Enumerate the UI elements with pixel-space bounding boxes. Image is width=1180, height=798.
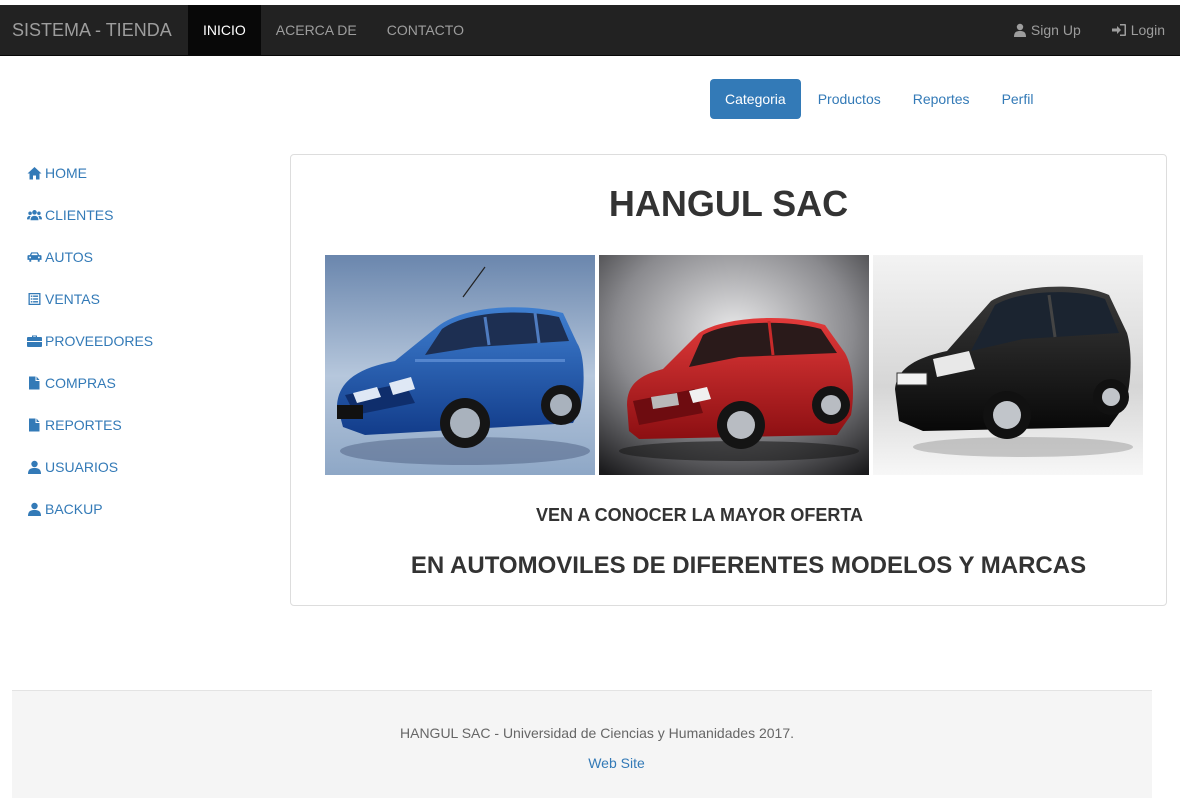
- file-icon: [29, 418, 40, 432]
- sidebar-item-usuarios[interactable]: USUARIOS: [27, 446, 153, 488]
- main-panel: HANGUL SAC VEN A CONOCER LA MAYOR OFERTA…: [290, 154, 1167, 606]
- login-label: Login: [1130, 22, 1165, 38]
- nav-acerca-de[interactable]: ACERCA DE: [261, 5, 372, 55]
- sidebar-item-label: COMPRAS: [45, 375, 116, 391]
- login-link[interactable]: Login: [1096, 5, 1180, 55]
- sidebar-item-label: AUTOS: [45, 249, 93, 265]
- footer: HANGUL SAC - Universidad de Ciencias y H…: [12, 690, 1152, 798]
- pill-productos[interactable]: Productos: [803, 79, 896, 119]
- home-icon: [27, 167, 42, 180]
- sidebar-item-home[interactable]: HOME: [27, 152, 153, 194]
- sidebar-item-reportes[interactable]: REPORTES: [27, 404, 153, 446]
- car-gallery: [325, 255, 1143, 475]
- promo-line-2: EN AUTOMOVILES DE DIFERENTES MODELOS Y M…: [410, 552, 1087, 579]
- sign-up-label: Sign Up: [1030, 22, 1081, 38]
- user-icon: [28, 502, 41, 516]
- pill-categoria[interactable]: Categoria: [710, 79, 801, 119]
- sign-up-link[interactable]: Sign Up: [998, 5, 1096, 55]
- pill-perfil[interactable]: Perfil: [987, 79, 1049, 119]
- footer-website-link[interactable]: Web Site: [12, 755, 1180, 771]
- sidebar-item-backup[interactable]: BACKUP: [27, 488, 153, 530]
- user-icon: [1013, 23, 1026, 37]
- sidebar-item-compras[interactable]: COMPRAS: [27, 362, 153, 404]
- sidebar-item-label: VENTAS: [45, 291, 100, 307]
- nav-contacto[interactable]: CONTACTO: [372, 5, 479, 55]
- sidebar: HOME CLIENTES AUTOS VENTAS PROVEEDORES C…: [27, 152, 153, 530]
- users-icon: [27, 210, 42, 221]
- file-icon: [29, 376, 40, 390]
- red-sedan-image: [599, 255, 869, 475]
- sidebar-item-label: USUARIOS: [45, 459, 119, 475]
- car-icon: [27, 252, 42, 262]
- navbar: SISTEMA - TIENDA INICIO ACERCA DE CONTAC…: [0, 5, 1180, 56]
- sidebar-item-label: CLIENTES: [45, 207, 114, 223]
- list-icon: [28, 293, 41, 305]
- sidebar-item-clientes[interactable]: CLIENTES: [27, 194, 153, 236]
- sidebar-item-label: REPORTES: [45, 417, 122, 433]
- sidebar-item-label: PROVEEDORES: [45, 333, 154, 349]
- nav-right: Sign Up Login: [998, 5, 1180, 55]
- brand-link[interactable]: SISTEMA - TIENDA: [12, 5, 172, 55]
- briefcase-icon: [27, 335, 42, 347]
- black-hatchback-image: [873, 255, 1143, 475]
- sidebar-item-label: BACKUP: [45, 501, 103, 517]
- nav-inicio[interactable]: INICIO: [188, 5, 261, 55]
- footer-copyright: HANGUL SAC - Universidad de Ciencias y H…: [400, 725, 794, 741]
- promo-line-1: VEN A CONOCER LA MAYOR OFERTA: [535, 505, 863, 525]
- pill-reportes[interactable]: Reportes: [898, 79, 985, 119]
- blue-sedan-image: [325, 255, 595, 475]
- login-icon: [1111, 24, 1126, 36]
- page-title: HANGUL SAC: [608, 183, 849, 224]
- sidebar-item-proveedores[interactable]: PROVEEDORES: [27, 320, 153, 362]
- sidebar-item-autos[interactable]: AUTOS: [27, 236, 153, 278]
- category-pills: Categoria Productos Reportes Perfil: [710, 79, 1048, 119]
- sidebar-item-label: HOME: [45, 165, 87, 181]
- sidebar-item-ventas[interactable]: VENTAS: [27, 278, 153, 320]
- nav-links: INICIO ACERCA DE CONTACTO: [188, 5, 479, 55]
- user-icon: [28, 460, 41, 474]
